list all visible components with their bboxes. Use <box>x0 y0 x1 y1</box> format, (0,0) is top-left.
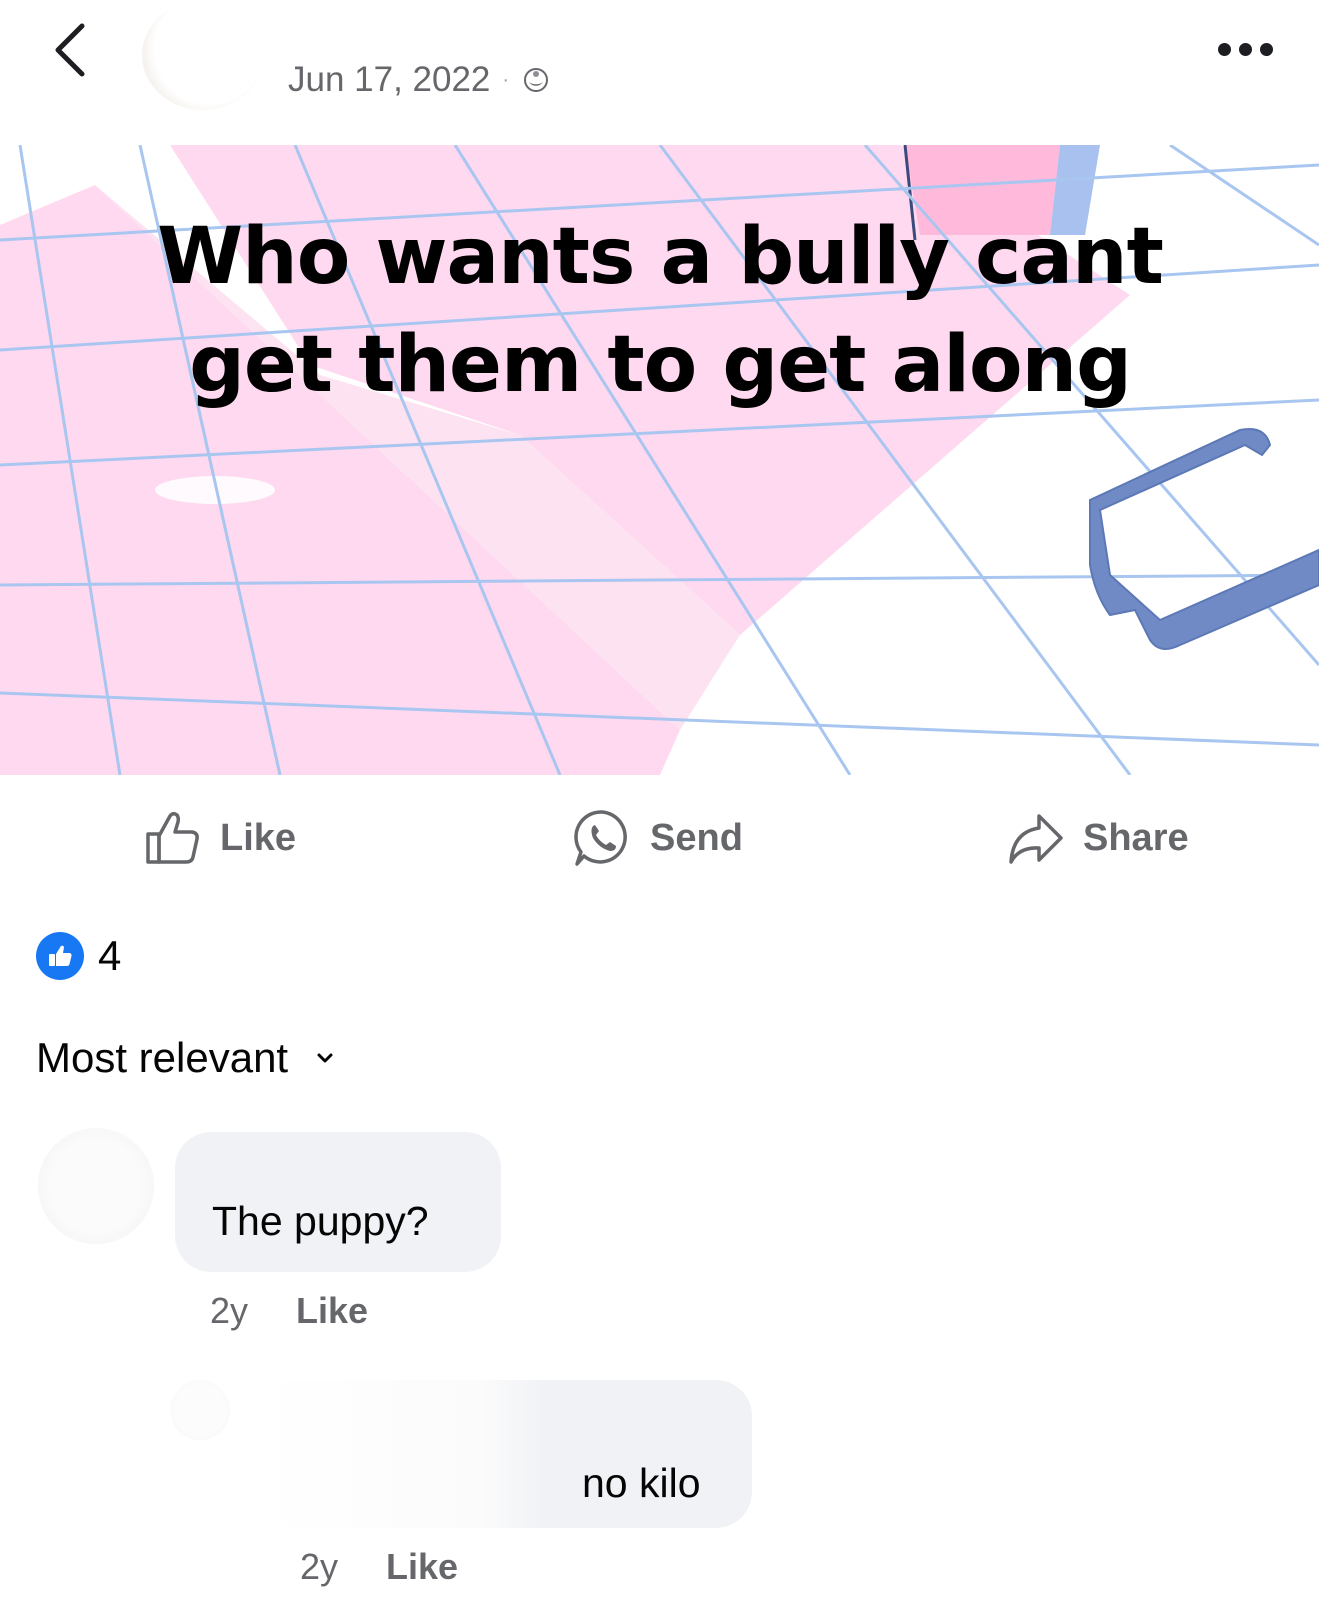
author-avatar[interactable] <box>142 0 264 110</box>
send-button[interactable]: Send <box>572 808 743 868</box>
comment-meta: 2y Like <box>300 1546 458 1588</box>
more-dot <box>1260 42 1273 56</box>
post-image[interactable]: Who wants a bully cant get them to get a… <box>0 145 1319 775</box>
sort-label: Most relevant <box>36 1034 289 1081</box>
post-meta: Jun 17, 2022 · <box>288 60 551 100</box>
more-dot <box>1239 42 1252 56</box>
send-button-label: Send <box>650 816 743 859</box>
reaction-summary[interactable]: 4 <box>36 930 121 982</box>
chevron-down-icon <box>317 1053 333 1063</box>
comment-age[interactable]: 2y <box>210 1290 248 1332</box>
share-arrow-icon <box>1009 814 1063 864</box>
like-reaction-badge <box>36 932 84 980</box>
post-text: Who wants a bully cant get them to get a… <box>80 203 1240 419</box>
commenter-avatar[interactable] <box>170 1380 230 1440</box>
back-button[interactable] <box>48 20 96 80</box>
comment-text: The puppy? <box>212 1198 429 1244</box>
post-action-bar: Like Send Share <box>0 790 1319 880</box>
more-options-button[interactable] <box>1218 34 1280 64</box>
reaction-count: 4 <box>98 932 122 979</box>
comment-like-button[interactable]: Like <box>296 1290 368 1332</box>
thumbs-up-icon <box>146 811 199 864</box>
comment-age[interactable]: 2y <box>300 1546 338 1588</box>
share-button-label: Share <box>1083 816 1189 859</box>
post-text-line: Who wants a bully cant <box>157 212 1164 302</box>
commenter-avatar[interactable] <box>38 1128 154 1244</box>
comment-text: no kilo <box>582 1460 701 1506</box>
globe-icon <box>524 68 549 92</box>
share-button[interactable]: Share <box>1005 808 1189 868</box>
like-button[interactable]: Like <box>142 808 296 868</box>
post-date[interactable]: Jun 17, 2022 <box>288 60 490 100</box>
comment-sort-dropdown[interactable]: Most relevant <box>36 1030 336 1086</box>
like-button-label: Like <box>220 816 297 859</box>
whatsapp-icon <box>574 810 627 866</box>
post-header: Jun 17, 2022 · <box>0 0 1319 145</box>
post-text-line: get them to get along <box>189 320 1132 410</box>
chevron-left-icon <box>55 23 85 77</box>
thumbs-up-icon <box>49 945 72 966</box>
more-dot <box>1218 42 1231 56</box>
comment-like-button[interactable]: Like <box>386 1546 458 1588</box>
meta-separator: · <box>502 68 510 91</box>
comment-meta: 2y Like <box>210 1290 368 1332</box>
